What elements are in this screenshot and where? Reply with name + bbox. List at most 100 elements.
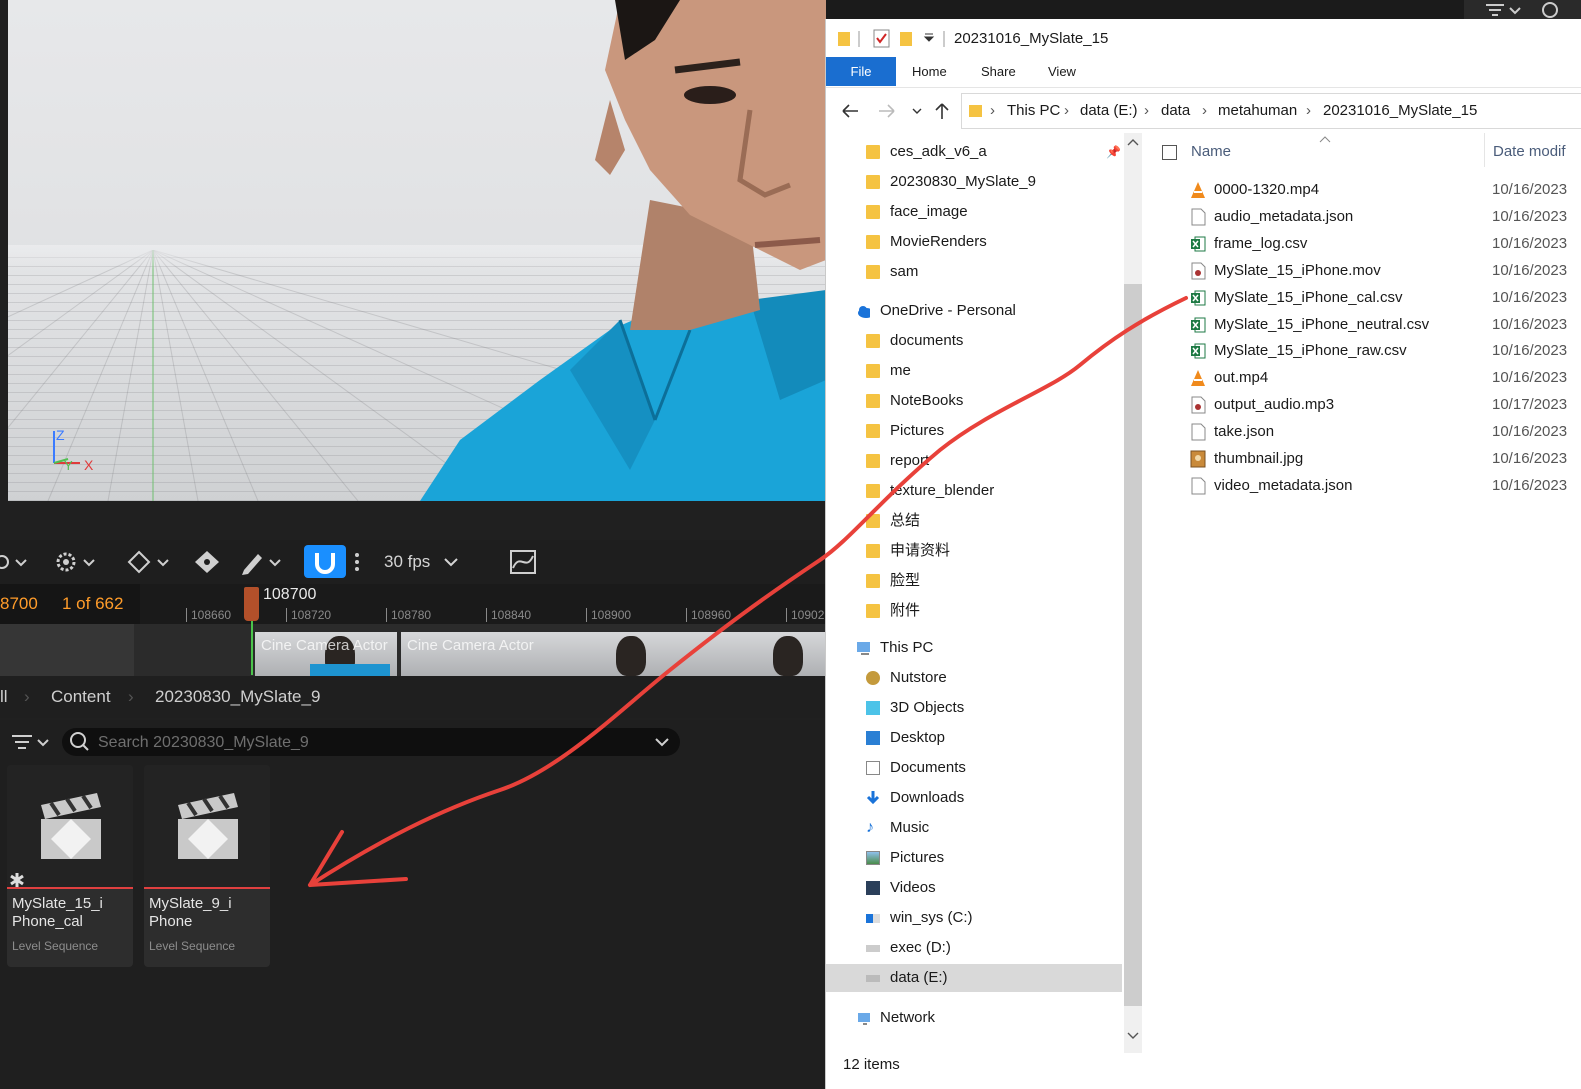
ruler-tick: 108960 — [686, 608, 731, 622]
curve-editor-icon[interactable] — [508, 548, 538, 576]
file-date: 10/16/2023 — [1492, 234, 1568, 252]
auto-key-icon[interactable] — [192, 548, 222, 576]
ribbon-tab-home[interactable]: Home — [912, 57, 947, 87]
excel-icon — [1190, 289, 1206, 307]
scrollbar-thumb[interactable] — [1124, 284, 1142, 1006]
folder-icon — [866, 544, 880, 558]
address-segment[interactable]: This PC — [1007, 102, 1060, 119]
excel-icon — [1190, 316, 1206, 334]
clip-label: Cine Camera Actor — [261, 637, 388, 654]
address-bar[interactable]: › This PC › data (E:) › data › metahuman… — [961, 93, 1581, 129]
folder-icon — [866, 574, 880, 588]
frame-index-label: 1 of 662 — [62, 594, 124, 613]
recent-locations-icon[interactable] — [912, 108, 922, 114]
folder-icon — [866, 364, 880, 378]
pencil-icon[interactable] — [238, 548, 288, 576]
content-search-box[interactable] — [62, 728, 680, 756]
folder-icon — [866, 334, 880, 348]
column-header-date[interactable]: Date modif — [1493, 143, 1566, 160]
folder-icon — [866, 394, 880, 408]
folder-icon — [969, 105, 982, 117]
breadcrumb-folder[interactable]: 20230830_MySlate_9 — [155, 687, 320, 707]
address-segment[interactable]: data — [1161, 102, 1190, 119]
music-note-icon: ♪ — [866, 819, 874, 836]
chevron-down-icon — [444, 558, 459, 567]
filter-icon[interactable] — [8, 728, 52, 756]
file-row[interactable]: 0000-1320.mp4 10/16/2023 — [1191, 177, 1567, 203]
camera-cut-clip[interactable]: Cine Camera Actor — [401, 632, 826, 676]
file-name: MySlate_15_iPhone_raw.csv — [1214, 342, 1407, 360]
file-row[interactable]: take.json 10/16/2023 — [1191, 419, 1567, 445]
file-row[interactable]: MySlate_15_iPhone.mov 10/16/2023 — [1191, 258, 1567, 284]
forward-arrow-icon[interactable] — [879, 104, 895, 118]
folder-icon — [866, 235, 880, 249]
nav-item-ces-adk[interactable]: ces_adk_v6_a 📌 — [856, 138, 1121, 166]
file-row[interactable]: out.mp4 10/16/2023 — [1191, 365, 1567, 391]
drive-icon — [866, 975, 880, 982]
level-sequence-icon — [41, 793, 101, 859]
breadcrumb-root[interactable]: ll — [0, 687, 8, 707]
breadcrumb-content[interactable]: Content — [51, 687, 111, 707]
desktop-icon — [866, 731, 880, 745]
file-row[interactable]: frame_log.csv 10/16/2023 — [1191, 231, 1567, 257]
download-arrow-icon — [866, 791, 880, 805]
camera-cut-clip[interactable]: Cine Camera Actor — [255, 632, 397, 676]
asset-tile[interactable]: MySlate_9_i Phone Level Sequence — [144, 765, 270, 967]
pin-icon[interactable]: 📌 — [1106, 138, 1121, 166]
level-viewport[interactable]: Z Y X — [8, 0, 826, 501]
file-row[interactable]: audio_metadata.json 10/16/2023 — [1191, 204, 1567, 230]
asset-type: Level Sequence — [12, 939, 99, 953]
view-options-icon[interactable] — [0, 548, 34, 576]
back-arrow-icon[interactable] — [842, 104, 858, 118]
ribbon-tab-view[interactable]: View — [1048, 57, 1076, 87]
keyframe-icon[interactable] — [124, 548, 174, 576]
track-outliner[interactable] — [0, 624, 134, 676]
file-row[interactable]: MySlate_15_iPhone_raw.csv 10/16/2023 — [1191, 338, 1567, 364]
file-date: 10/16/2023 — [1492, 207, 1568, 225]
file-name: thumbnail.jpg — [1214, 450, 1304, 467]
nav-item-drive-e[interactable]: data (E:) — [826, 964, 1122, 992]
search-input[interactable] — [96, 732, 620, 754]
magnet-icon — [315, 553, 335, 574]
file-date: 10/16/2023 — [1492, 342, 1568, 360]
select-all-checkbox[interactable] — [1162, 145, 1177, 160]
address-segment[interactable]: metahuman — [1218, 102, 1297, 119]
ribbon-tab-share[interactable]: Share — [981, 57, 1016, 87]
column-header-name[interactable]: Name — [1191, 143, 1231, 160]
file-row[interactable]: MySlate_15_iPhone_neutral.csv 10/16/2023 — [1191, 312, 1567, 338]
file-name: out.mp4 — [1214, 369, 1269, 387]
file-name: 0000-1320.mp4 — [1214, 181, 1320, 198]
snap-options-icon[interactable] — [350, 548, 364, 576]
asset-name: MySlate_9_i Phone — [149, 895, 232, 930]
file-date: 10/16/2023 — [1492, 369, 1568, 387]
playhead-frame-label: 108700 — [263, 586, 317, 603]
current-frame-field[interactable]: 8700 — [0, 594, 38, 614]
clip-label: Cine Camera Actor — [407, 637, 534, 654]
file-row[interactable]: MySlate_15_iPhone_cal.csv 10/16/2023 — [1191, 285, 1567, 311]
file-name: MySlate_15_iPhone_cal.csv — [1214, 288, 1403, 306]
filter-icon[interactable] — [1464, 0, 1581, 19]
playhead-handle[interactable] — [244, 587, 259, 621]
file-row[interactable]: thumbnail.jpg 10/16/2023 — [1190, 446, 1567, 472]
navigation-pane: ces_adk_v6_a 📌 20230830_MySlate_9 face_im… — [826, 133, 1126, 1063]
address-segment[interactable]: data (E:) — [1080, 102, 1138, 119]
address-segment[interactable]: 20231016_MySlate_15 — [1323, 102, 1477, 119]
snap-toggle-button[interactable] — [304, 545, 346, 578]
file-row[interactable]: video_metadata.json 10/16/2023 — [1191, 473, 1567, 499]
nutstore-icon — [866, 671, 880, 685]
fps-dropdown[interactable]: 30 fps — [384, 540, 459, 584]
chevron-down-icon[interactable] — [654, 737, 670, 749]
folder-icon — [866, 265, 880, 279]
file-row[interactable]: output_audio.mp3 10/17/2023 — [1191, 392, 1567, 418]
media-icon — [1190, 262, 1206, 280]
metahuman-character — [420, 0, 826, 501]
file-date: 10/16/2023 — [1492, 288, 1568, 306]
up-arrow-icon[interactable] — [935, 103, 949, 119]
file-name: take.json — [1214, 423, 1275, 441]
unsaved-asterisk-icon — [10, 873, 24, 887]
file-name: MySlate_15_iPhone.mov — [1214, 261, 1381, 279]
asset-tile[interactable]: MySlate_15_i Phone_cal Level Sequence — [7, 765, 133, 967]
gear-icon[interactable] — [52, 548, 100, 576]
excel-icon — [1190, 342, 1206, 360]
asset-name: MySlate_15_i Phone_cal — [12, 895, 103, 930]
